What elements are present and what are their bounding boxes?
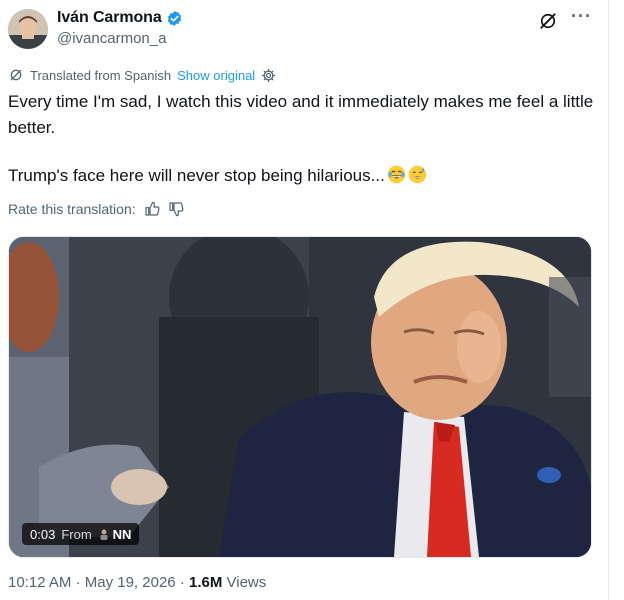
- rate-translation: Rate this translation:: [8, 201, 184, 217]
- source-avatar-icon: [100, 529, 108, 540]
- video-source[interactable]: NN: [98, 526, 132, 542]
- translate-icon: [10, 69, 22, 81]
- post: Iván Carmona @ivancarmon_a ··· Translate…: [0, 0, 608, 600]
- post-text: Every time I'm sad, I watch this video a…: [8, 89, 598, 189]
- laughing-tears-emoji-icon: [387, 165, 406, 184]
- video-time: 0:03: [30, 526, 56, 542]
- rate-translation-label: Rate this translation:: [8, 201, 136, 217]
- author-handle[interactable]: @ivancarmon_a: [57, 30, 166, 47]
- video-source-name: NN: [112, 526, 132, 542]
- avatar-image: [8, 9, 48, 49]
- author-name[interactable]: Iván Carmona: [57, 9, 162, 27]
- show-original-link[interactable]: Show original: [177, 68, 255, 83]
- thumbs-down-icon[interactable]: [168, 201, 184, 217]
- more-icon[interactable]: ···: [571, 6, 592, 27]
- post-time[interactable]: 10:12 AM: [8, 574, 71, 591]
- views-label: Views: [226, 574, 267, 591]
- video-from-label: From: [61, 526, 92, 542]
- translated-label: Translated from Spanish: [30, 67, 172, 83]
- gear-icon[interactable]: [261, 68, 276, 83]
- avatar[interactable]: [8, 9, 48, 49]
- video-badge: 0:03 From NN: [22, 523, 140, 545]
- author-name-line: Iván Carmona: [57, 9, 183, 27]
- meta-separator: ·: [75, 574, 85, 591]
- post-date[interactable]: May 19, 2026: [85, 574, 176, 591]
- post-meta: 10:12 AM · May 19, 2026 · 1.6M Views: [8, 574, 266, 591]
- translation-note: Translated from Spanish Show original: [8, 67, 276, 83]
- post-text-line-1: Every time I'm sad, I watch this video a…: [8, 92, 594, 137]
- column-divider: [608, 0, 609, 600]
- sweat-smile-emoji-icon: [408, 165, 427, 184]
- views-count: 1.6M: [188, 574, 223, 591]
- video-player[interactable]: 0:03 From NN: [8, 236, 592, 558]
- post-text-line-2-text: Trump's face here will never stop being …: [8, 166, 385, 185]
- meta-separator: ·: [179, 574, 189, 591]
- post-header: Iván Carmona @ivancarmon_a ···: [8, 6, 598, 50]
- video-frame: [9, 237, 591, 557]
- thumbs-up-icon[interactable]: [144, 201, 160, 217]
- verified-badge-icon: [167, 10, 181, 26]
- post-text-line-2: Trump's face here will never stop being …: [8, 163, 598, 189]
- grok-icon[interactable]: [538, 11, 558, 31]
